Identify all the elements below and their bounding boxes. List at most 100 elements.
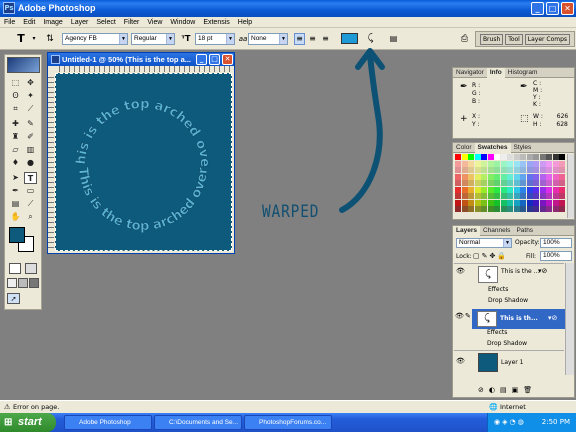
swatch[interactable] <box>487 154 494 160</box>
swatch[interactable] <box>461 199 468 206</box>
swatch[interactable] <box>474 160 481 167</box>
shape-tool-icon[interactable]: ▭ <box>24 185 37 197</box>
swatch[interactable] <box>500 167 507 173</box>
swatch[interactable] <box>487 206 494 212</box>
eraser-tool-icon[interactable]: ▱ <box>9 144 22 156</box>
foreground-color-swatch[interactable] <box>9 227 25 243</box>
swatch[interactable] <box>546 199 552 206</box>
swatch[interactable] <box>520 199 526 206</box>
swatch[interactable] <box>559 173 565 180</box>
swatch[interactable] <box>513 167 520 173</box>
swatch[interactable] <box>494 154 500 160</box>
swatch[interactable] <box>533 186 539 193</box>
swatch[interactable] <box>500 160 507 167</box>
swatch[interactable] <box>533 193 539 199</box>
maximize-button[interactable]: □ <box>546 2 559 15</box>
swatch[interactable] <box>461 154 468 160</box>
layer-name[interactable]: This is the ... <box>501 268 539 275</box>
swatch[interactable] <box>487 160 494 167</box>
swatch[interactable] <box>507 199 513 206</box>
tab-styles[interactable]: Styles <box>511 143 535 153</box>
doc-maximize-button[interactable]: □ <box>209 54 220 65</box>
swatch[interactable] <box>552 180 559 186</box>
swatch[interactable] <box>468 199 474 206</box>
swatch[interactable] <box>533 199 539 206</box>
slice-tool-icon[interactable]: ⟋ <box>24 103 37 115</box>
text-tool-icon[interactable]: T <box>14 33 28 45</box>
swatch[interactable] <box>526 186 533 193</box>
magic-wand-tool-icon[interactable]: ✦ <box>24 90 37 102</box>
swatch[interactable] <box>481 206 487 212</box>
swatch[interactable] <box>494 180 500 186</box>
swatch[interactable] <box>481 154 487 160</box>
tab-layers[interactable]: Layers <box>453 226 480 236</box>
doc-minimize-button[interactable]: _ <box>196 54 207 65</box>
swatch[interactable] <box>461 206 468 212</box>
swatch[interactable] <box>533 154 539 160</box>
swatch[interactable] <box>500 154 507 160</box>
swatch[interactable] <box>507 186 513 193</box>
swatch[interactable] <box>481 167 487 173</box>
lock-icons[interactable]: ▢✎✥🔒 <box>473 252 508 260</box>
swatch[interactable] <box>546 193 552 199</box>
taskbar-photoshop[interactable]: Adobe Photoshop <box>64 415 152 430</box>
swatch[interactable] <box>513 193 520 199</box>
swatch[interactable] <box>468 206 474 212</box>
swatch[interactable] <box>461 186 468 193</box>
orientation-toggle-icon[interactable]: ⇅ <box>44 33 56 45</box>
swatch[interactable] <box>546 154 552 160</box>
marquee-tool-icon[interactable]: ⬚ <box>9 77 22 89</box>
swatch[interactable] <box>533 173 539 180</box>
swatch[interactable] <box>559 193 565 199</box>
swatch[interactable] <box>546 160 552 167</box>
swatch[interactable] <box>552 160 559 167</box>
hand-tool-icon[interactable]: ✋ <box>9 211 22 223</box>
swatch[interactable] <box>468 193 474 199</box>
swatch[interactable] <box>455 193 461 199</box>
layer-name[interactable]: This is th... <box>500 315 538 322</box>
swatch[interactable] <box>559 154 565 160</box>
swatch[interactable] <box>455 154 461 160</box>
menu-file[interactable]: File <box>0 17 19 28</box>
swatch[interactable] <box>520 180 526 186</box>
swatch[interactable] <box>500 193 507 199</box>
align-center-icon[interactable]: ≡ <box>307 33 318 45</box>
menu-edit[interactable]: Edit <box>19 17 39 28</box>
swatch[interactable] <box>468 173 474 180</box>
font-family-select[interactable]: Agency FB ▼ <box>62 33 128 45</box>
healing-brush-tool-icon[interactable]: ✚ <box>9 118 22 130</box>
swatch[interactable] <box>559 167 565 173</box>
zoom-tool-icon[interactable]: ⌕ <box>24 211 37 223</box>
swatch[interactable] <box>552 167 559 173</box>
swatch[interactable] <box>520 193 526 199</box>
lasso-tool-icon[interactable]: ʘ <box>9 90 22 102</box>
swatch[interactable] <box>559 186 565 193</box>
swatch[interactable] <box>481 186 487 193</box>
swatch[interactable] <box>526 193 533 199</box>
drop-shadow-label[interactable]: Drop Shadow <box>487 340 527 347</box>
tab-navigator[interactable]: Navigator <box>453 68 487 78</box>
tab-paths[interactable]: Paths <box>513 226 536 236</box>
swatch[interactable] <box>507 154 513 160</box>
swatch[interactable] <box>539 186 546 193</box>
swatch[interactable] <box>461 173 468 180</box>
taskbar-browser[interactable]: PhotoshopForums.co... <box>244 415 332 430</box>
gradient-tool-icon[interactable]: ▥ <box>24 144 37 156</box>
swatch[interactable] <box>500 206 507 212</box>
jump-to-imageready-icon[interactable]: ➚ <box>7 293 20 304</box>
swatch[interactable] <box>526 206 533 212</box>
adobe-online-icon[interactable] <box>7 57 40 73</box>
swatch[interactable] <box>461 193 468 199</box>
menu-layer[interactable]: Layer <box>67 17 93 28</box>
menu-filter[interactable]: Filter <box>120 17 144 28</box>
taskbar-explorer[interactable]: C:\Documents and Se... <box>154 415 242 430</box>
swatch[interactable] <box>494 186 500 193</box>
layer-name[interactable]: Layer 1 <box>501 359 523 366</box>
palettes-toggle-icon[interactable]: ▤ <box>388 33 399 45</box>
swatch[interactable] <box>474 199 481 206</box>
menu-help[interactable]: Help <box>234 17 256 28</box>
swatch[interactable] <box>507 180 513 186</box>
swatch[interactable] <box>474 186 481 193</box>
close-button[interactable]: ✕ <box>561 2 574 15</box>
swatch[interactable] <box>468 154 474 160</box>
